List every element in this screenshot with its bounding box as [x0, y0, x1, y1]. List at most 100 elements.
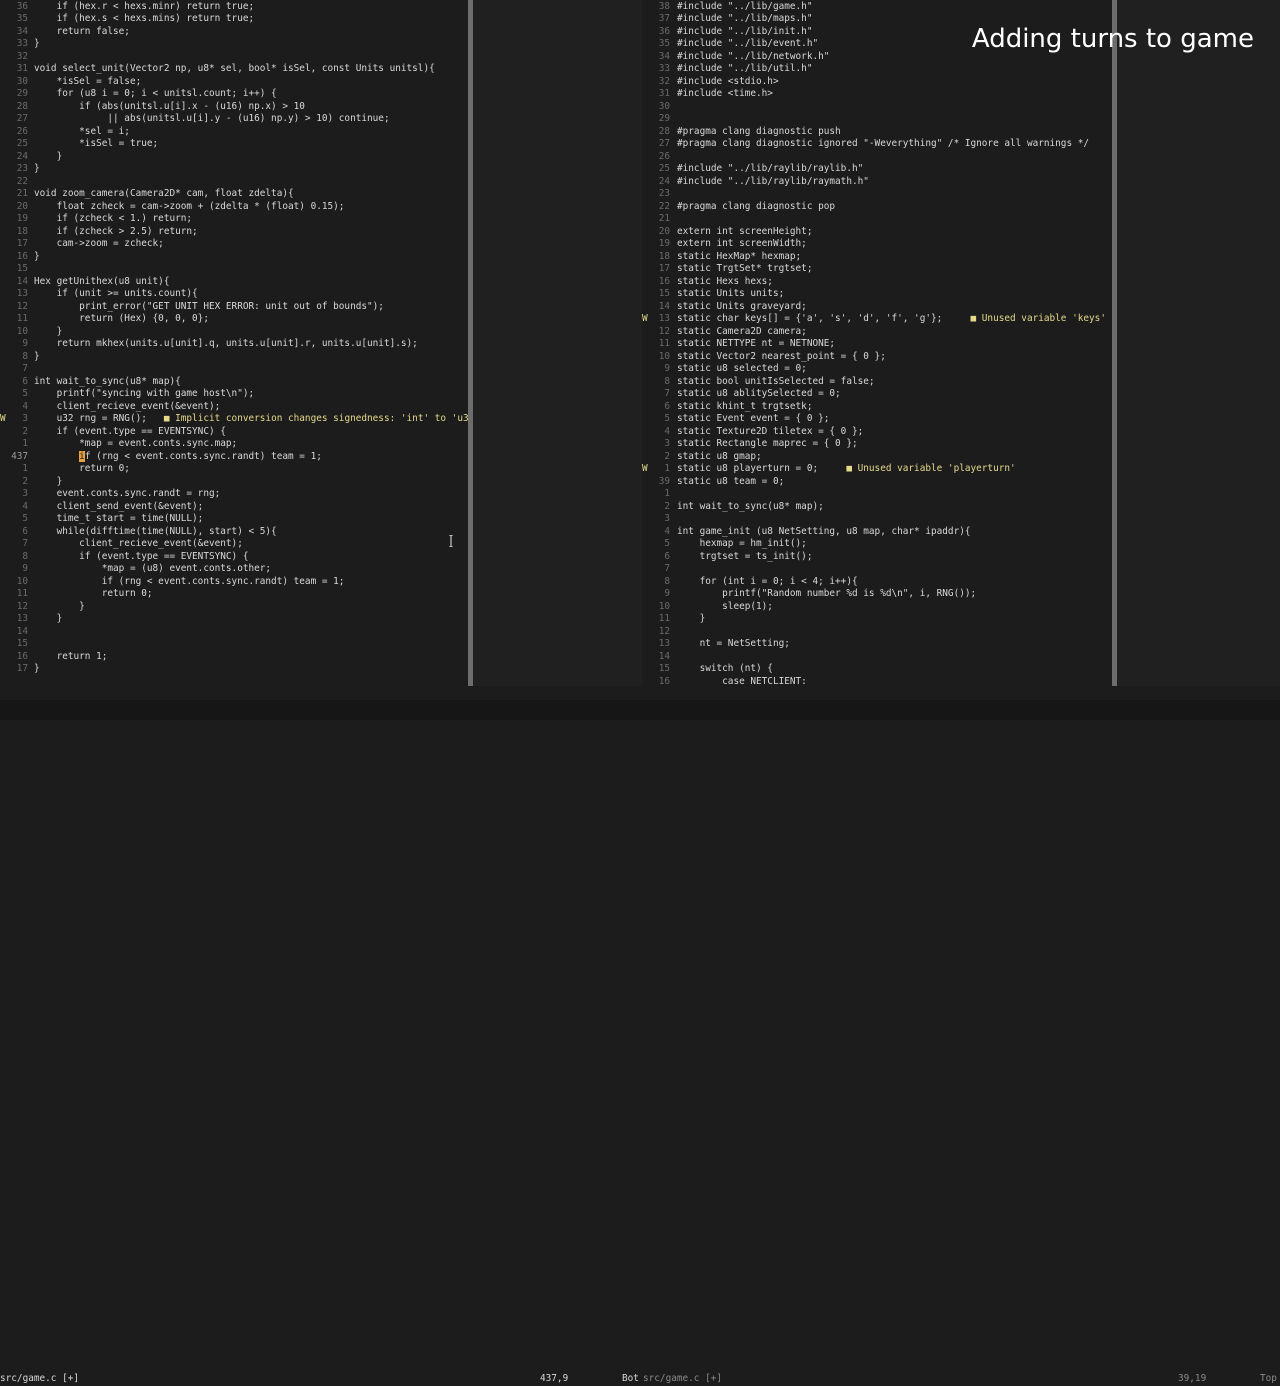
code-text[interactable]: static u8 gmap;	[677, 451, 762, 464]
code-line[interactable]: 2 static u8 gmap;	[642, 451, 1112, 464]
code-text[interactable]: #include "../lib/raylib/raylib.h"	[677, 163, 863, 176]
code-text[interactable]: return false;	[34, 26, 130, 39]
code-text[interactable]: }	[34, 251, 40, 264]
code-text[interactable]: *map = (u8) event.conts.other;	[34, 563, 271, 576]
code-line[interactable]: 10 }	[0, 326, 468, 339]
code-text[interactable]: static Units graveyard;	[677, 301, 807, 314]
code-line[interactable]: 15	[0, 638, 468, 651]
code-line[interactable]: 10 static Vector2 nearest_point = { 0 };	[642, 351, 1112, 364]
code-line[interactable]: 5 time_t start = time(NULL);	[0, 513, 468, 526]
code-line[interactable]: 12	[642, 626, 1112, 639]
code-text[interactable]: static u8 selected = 0;	[677, 363, 807, 376]
code-line[interactable]: 22	[0, 176, 468, 189]
left-editor-pane[interactable]: 36 if (hex.r < hexs.minr) return true; 35…	[0, 0, 468, 686]
code-line[interactable]: 17 cam->zoom = zcheck;	[0, 238, 468, 251]
code-line[interactable]: 32	[0, 51, 468, 64]
code-text[interactable]: static u8 playerturn = 0; ■ Unused varia…	[677, 463, 1016, 476]
code-line[interactable]: 25 #include "../lib/raylib/raylib.h"	[642, 163, 1112, 176]
code-line[interactable]: W3 u32 rng = RNG(); ■ Implicit conversio…	[0, 413, 468, 426]
code-text[interactable]: static u8 ablitySelected = 0;	[677, 388, 841, 401]
code-text[interactable]: if (rng < event.conts.sync.randt) team =…	[34, 576, 345, 589]
code-line[interactable]: 12 print_error("GET UNIT HEX ERROR: unit…	[0, 301, 468, 314]
code-text[interactable]: if (abs(unitsl.u[i].x - (u16) np.x) > 10	[34, 101, 305, 114]
code-line[interactable]: 14	[642, 651, 1112, 664]
code-line[interactable]: 38 #include "../lib/game.h"	[642, 1, 1112, 14]
code-text[interactable]: #include <time.h>	[677, 88, 773, 101]
code-text[interactable]: static u8 team = 0;	[677, 476, 784, 489]
code-text[interactable]: cam->zoom = zcheck;	[34, 238, 164, 251]
code-line[interactable]: 10 sleep(1);	[642, 601, 1112, 614]
code-line[interactable]: 27 #pragma clang diagnostic ignored "-Wev…	[642, 138, 1112, 151]
code-line[interactable]: 28 #pragma clang diagnostic push	[642, 126, 1112, 139]
code-text[interactable]: if (event.type == EVENTSYNC) {	[34, 551, 248, 564]
code-line[interactable]: 16 return 1;	[0, 651, 468, 664]
code-text[interactable]: }	[34, 151, 63, 164]
code-text[interactable]: float zcheck = cam->zoom + (zdelta * (fl…	[34, 201, 345, 214]
code-line[interactable]: 26	[642, 151, 1112, 164]
code-text[interactable]: #include "../lib/network.h"	[677, 51, 829, 64]
code-line[interactable]: 4 client_recieve_event(&event);	[0, 401, 468, 414]
code-line[interactable]: 15 static Units units;	[642, 288, 1112, 301]
code-line[interactable]: 4 int game_init (u8 NetSetting, u8 map, c…	[642, 526, 1112, 539]
code-text[interactable]: print_error("GET UNIT HEX ERROR: unit ou…	[34, 301, 384, 314]
code-text[interactable]: #include "../lib/util.h"	[677, 63, 812, 76]
code-text[interactable]: static Units units;	[677, 288, 784, 301]
code-line[interactable]: 14 static Units graveyard;	[642, 301, 1112, 314]
code-text[interactable]: }	[34, 326, 63, 339]
code-text[interactable]: *isSel = false;	[34, 76, 142, 89]
code-text[interactable]: while(difftime(time(NULL), start) < 5){	[34, 526, 277, 539]
code-line[interactable]: 4 static Texture2D tiletex = { 0 };	[642, 426, 1112, 439]
code-text[interactable]: *isSel = true;	[34, 138, 158, 151]
code-line[interactable]: 26 *sel = i;	[0, 126, 468, 139]
code-text[interactable]: }	[34, 163, 40, 176]
code-text[interactable]: extern int screenWidth;	[677, 238, 807, 251]
code-text[interactable]: #pragma clang diagnostic ignored "-Wever…	[677, 138, 1089, 151]
code-line[interactable]: 3 event.conts.sync.randt = rng;	[0, 488, 468, 501]
code-text[interactable]: Hex getUnithex(u8 unit){	[34, 276, 169, 289]
code-line[interactable]: 30 *isSel = false;	[0, 76, 468, 89]
code-line[interactable]: 2 int wait_to_sync(u8* map);	[642, 501, 1112, 514]
code-line[interactable]: 24 }	[0, 151, 468, 164]
code-line[interactable]: 16 case NETCLIENT:	[642, 676, 1112, 687]
code-text[interactable]: if (hex.r < hexs.minr) return true;	[34, 1, 255, 14]
code-line[interactable]: 7	[0, 363, 468, 376]
code-text[interactable]: static Texture2D tiletex = { 0 };	[677, 426, 863, 439]
code-text[interactable]: printf("Random number %d is %d\n", i, RN…	[677, 588, 976, 601]
code-text[interactable]: int wait_to_sync(u8* map){	[34, 376, 181, 389]
code-line[interactable]: 8 for (int i = 0; i < 4; i++){	[642, 576, 1112, 589]
code-line[interactable]: 21 void zoom_camera(Camera2D* cam, float …	[0, 188, 468, 201]
code-line[interactable]: 15 switch (nt) {	[642, 663, 1112, 676]
code-text[interactable]: switch (nt) {	[677, 663, 773, 676]
code-line[interactable]: W 1 static u8 playerturn = 0; ■ Unused var…	[642, 463, 1112, 476]
code-text[interactable]: || abs(unitsl.u[i].y - (u16) np.y) > 10)…	[34, 113, 389, 126]
code-text[interactable]: void zoom_camera(Camera2D* cam, float zd…	[34, 188, 294, 201]
code-text[interactable]: static TrgtSet* trgtset;	[677, 263, 812, 276]
code-text[interactable]: nt = NetSetting;	[677, 638, 790, 651]
code-text[interactable]: return 0;	[34, 463, 130, 476]
code-text[interactable]: *map = event.conts.sync.map;	[34, 438, 237, 451]
code-line[interactable]: 6 trgtset = ts_init();	[642, 551, 1112, 564]
code-line[interactable]: 19 if (zcheck < 1.) return;	[0, 213, 468, 226]
code-line[interactable]: 6 int wait_to_sync(u8* map){	[0, 376, 468, 389]
code-line[interactable]: 12 static Camera2D camera;	[642, 326, 1112, 339]
code-text[interactable]: #include "../lib/game.h"	[677, 1, 812, 14]
code-line[interactable]: 11 static NETTYPE nt = NETNONE;	[642, 338, 1112, 351]
code-text[interactable]: }	[34, 476, 63, 489]
code-line[interactable]: 9 *map = (u8) event.conts.other;	[0, 563, 468, 576]
code-line[interactable]: 10 if (rng < event.conts.sync.randt) tea…	[0, 576, 468, 589]
code-line[interactable]: 30	[642, 101, 1112, 114]
code-line[interactable]: 29	[642, 113, 1112, 126]
code-line[interactable]: 19 extern int screenWidth;	[642, 238, 1112, 251]
code-line[interactable]: 1	[642, 488, 1112, 501]
code-text[interactable]: return 0;	[34, 588, 153, 601]
code-line[interactable]: 34 return false;	[0, 26, 468, 39]
code-text[interactable]: static Rectangle maprec = { 0 };	[677, 438, 858, 451]
code-line[interactable]: 1 *map = event.conts.sync.map;	[0, 438, 468, 451]
code-text[interactable]: if (zcheck > 2.5) return;	[34, 226, 198, 239]
code-text[interactable]: return (Hex) {0, 0, 0};	[34, 313, 209, 326]
code-text[interactable]: for (u8 i = 0; i < unitsl.count; i++) {	[34, 88, 277, 101]
code-text[interactable]: extern int screenHeight;	[677, 226, 812, 239]
code-line[interactable]: 5 printf("syncing with game host\n");	[0, 388, 468, 401]
code-line[interactable]: 8 static bool unitIsSelected = false;	[642, 376, 1112, 389]
code-text[interactable]: static Hexs hexs;	[677, 276, 773, 289]
